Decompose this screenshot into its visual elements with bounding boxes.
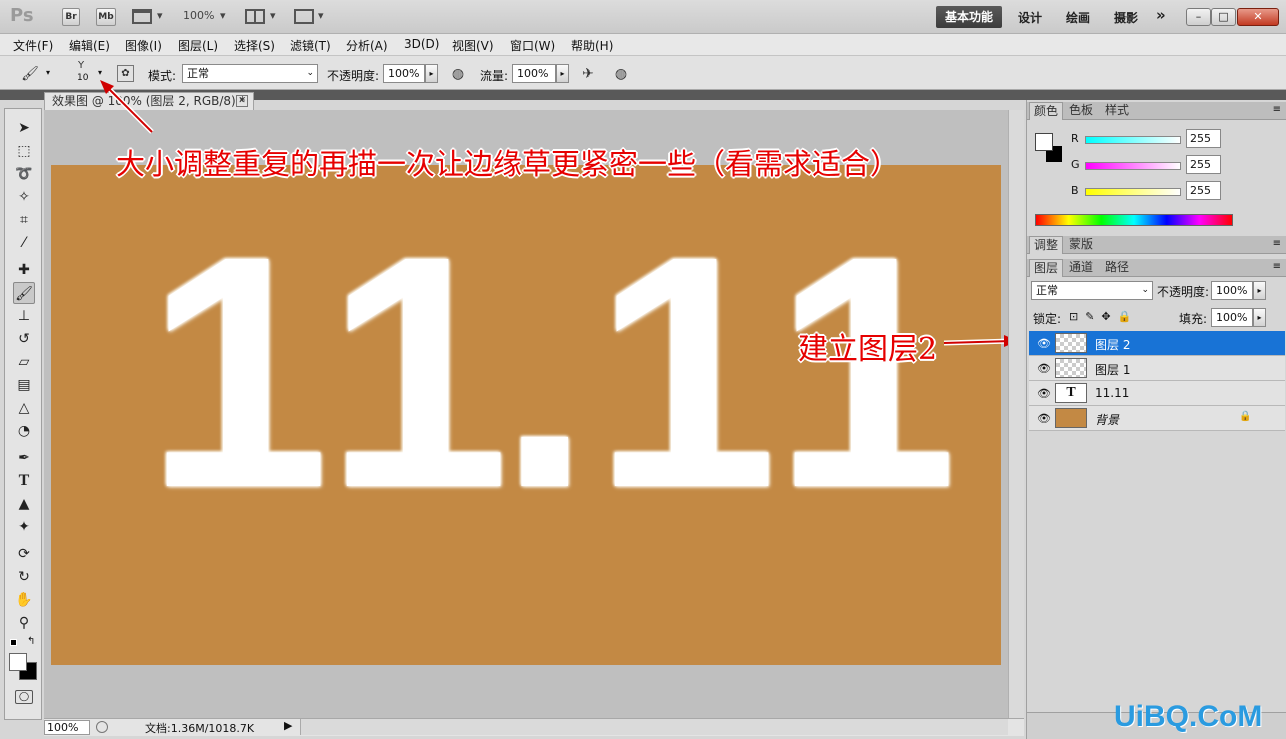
fill-label: 填充: <box>1179 312 1208 326</box>
blend-mode-select[interactable]: 正常 ⌄ <box>1031 281 1153 300</box>
annotation-top: 大小调整重复的再描一次让边缘草更紧密一些（看需求适合） <box>116 147 900 181</box>
visibility-eye-icon[interactable]: 👁 <box>1037 412 1051 425</box>
chevron-down-icon: ⌄ <box>1141 285 1149 295</box>
channel-b-slider[interactable] <box>1085 188 1181 196</box>
layer-thumbnail <box>1055 333 1087 353</box>
status-menu-arrow-icon[interactable]: ▶ <box>284 719 292 732</box>
right-panel-dock: 颜色 色板 样式 ≡ R 255 G 255 B 255 调整 蒙版 ≡ 图层 … <box>1026 100 1286 739</box>
channel-g-input[interactable]: 255 <box>1186 155 1221 174</box>
status-zoom-input[interactable]: 100% <box>44 720 90 735</box>
layer-row-selected[interactable]: 👁 图层 2 <box>1029 331 1285 356</box>
annotation-right: 建立图层2 <box>798 332 938 367</box>
channel-b-input[interactable]: 255 <box>1186 181 1221 200</box>
tab-layers[interactable]: 图层 <box>1029 259 1064 277</box>
channel-g-label: G <box>1071 158 1080 171</box>
layer-opacity-arrow-icon[interactable]: ▸ <box>1253 281 1266 300</box>
layer-name: 11.11 <box>1095 386 1130 400</box>
tab-styles[interactable]: 样式 <box>1101 102 1133 120</box>
layer-thumbnail <box>1055 408 1087 428</box>
adjust-panel-tabs: 调整 蒙版 ≡ <box>1027 236 1286 254</box>
fill-arrow-icon[interactable]: ▸ <box>1253 308 1266 327</box>
layer-row[interactable]: 👁 T 11.11 <box>1029 381 1285 406</box>
layer-opacity-label: 不透明度: <box>1157 285 1210 299</box>
tab-channels[interactable]: 通道 <box>1065 259 1097 277</box>
layer-thumbnail <box>1055 358 1087 378</box>
tab-paths[interactable]: 路径 <box>1101 259 1133 277</box>
color-fg-swatch[interactable] <box>1035 133 1053 151</box>
tab-adjustments[interactable]: 调整 <box>1029 236 1064 254</box>
horizontal-scrollbar[interactable] <box>300 719 1008 735</box>
layer-row[interactable]: 👁 图层 1 <box>1029 356 1285 381</box>
layer-name: 背景 <box>1095 413 1120 427</box>
channel-r-slider[interactable] <box>1085 136 1181 144</box>
panel-menu-icon[interactable]: ≡ <box>1273 104 1281 115</box>
layer-name: 图层 1 <box>1095 363 1131 377</box>
panel-menu-icon[interactable]: ≡ <box>1273 261 1281 272</box>
panel-menu-icon[interactable]: ≡ <box>1273 238 1281 249</box>
status-info-icon[interactable] <box>96 721 108 733</box>
tab-masks[interactable]: 蒙版 <box>1065 236 1097 254</box>
visibility-eye-icon[interactable]: 👁 <box>1037 337 1051 350</box>
watermark: UiBQ.CoM <box>1114 700 1263 733</box>
channel-r-label: R <box>1071 132 1079 145</box>
visibility-eye-icon[interactable]: 👁 <box>1037 387 1051 400</box>
channel-r-input[interactable]: 255 <box>1186 129 1221 148</box>
status-bar: 100% 文档:1.36M/1018.7K ▶ <box>44 718 1024 736</box>
vertical-scrollbar[interactable] <box>1008 110 1024 718</box>
channel-b-label: B <box>1071 184 1079 197</box>
lock-icon: 🔒 <box>1239 411 1252 422</box>
blend-mode-value: 正常 <box>1036 284 1058 297</box>
lock-label: 锁定: <box>1033 312 1062 326</box>
text-layer-icon: T <box>1055 383 1087 403</box>
tab-color[interactable]: 颜色 <box>1029 102 1064 120</box>
layers-panel-tabs: 图层 通道 路径 ≡ <box>1027 259 1286 277</box>
color-ramp[interactable] <box>1035 214 1233 226</box>
layer-name: 图层 2 <box>1095 338 1131 352</box>
channel-g-slider[interactable] <box>1085 162 1181 170</box>
lock-options-icons[interactable]: ⊡✎✥🔒 <box>1069 310 1138 323</box>
visibility-eye-icon[interactable]: 👁 <box>1037 362 1051 375</box>
color-panel-tabs: 颜色 色板 样式 ≡ <box>1027 102 1286 120</box>
document-info: 文档:1.36M/1018.7K <box>145 722 255 735</box>
tab-swatches[interactable]: 色板 <box>1065 102 1097 120</box>
layer-row[interactable]: 👁 背景 🔒 <box>1029 406 1285 431</box>
layer-opacity-input[interactable]: 100% <box>1211 281 1253 300</box>
fill-input[interactable]: 100% <box>1211 308 1253 327</box>
